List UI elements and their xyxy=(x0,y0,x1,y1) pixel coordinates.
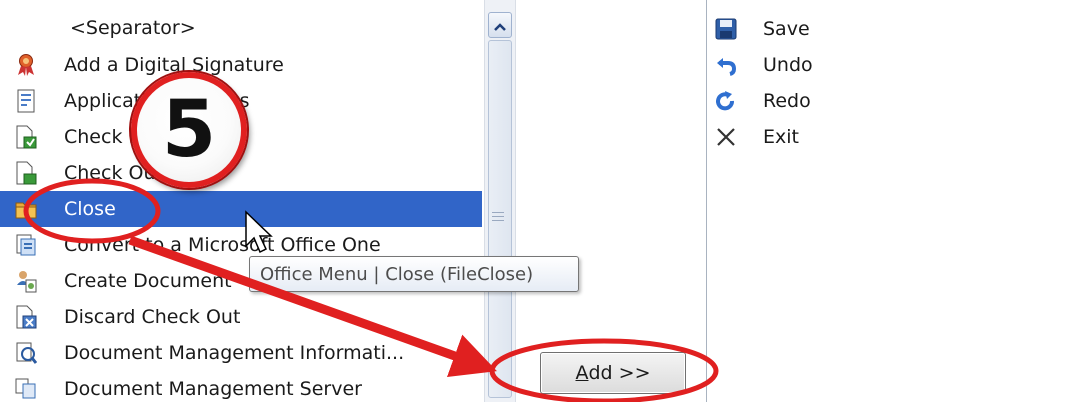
toolbar-item-undo[interactable]: Undo xyxy=(707,47,813,83)
toolbar-item-exit[interactable]: Exit xyxy=(707,119,799,155)
toolbar-item-redo[interactable]: Redo xyxy=(707,83,811,119)
available-commands-list[interactable]: <Separator> Add a Digital Signature Appl… xyxy=(0,0,484,402)
list-item-discard-check-out[interactable]: Discard Check Out xyxy=(0,299,482,335)
scroll-up-button[interactable] xyxy=(488,12,512,38)
list-item-label: Add a Digital Signature xyxy=(64,54,284,76)
command-list-scrollbar[interactable] xyxy=(484,0,516,402)
add-button[interactable]: Add >> xyxy=(540,352,686,394)
toolbar-item-label: Redo xyxy=(763,90,811,112)
document-management-server-icon xyxy=(14,377,38,401)
chevron-up-icon xyxy=(494,16,506,35)
ribbon-award-icon xyxy=(14,53,38,77)
step-number-badge: 5 xyxy=(131,72,247,188)
list-item-label: Discard Check Out xyxy=(64,306,241,328)
folder-close-icon xyxy=(14,197,38,221)
list-item-label: Close xyxy=(64,198,116,220)
options-document-icon xyxy=(14,89,38,113)
toolbar-item-label: Exit xyxy=(763,126,799,148)
quick-access-toolbar-list[interactable]: Save Undo Redo Exit xyxy=(706,0,1091,402)
add-button-label: dd >> xyxy=(588,362,651,384)
list-item-label: Convert to a Microsoft Office One xyxy=(64,234,381,256)
discard-check-out-icon xyxy=(14,305,38,329)
command-tooltip: Office Menu | Close (FileClose) xyxy=(249,256,579,292)
list-item-document-management-information[interactable]: Document Management Informati... xyxy=(0,335,482,371)
toolbar-item-label: Undo xyxy=(763,54,813,76)
add-button-accelerator: A xyxy=(575,362,589,384)
list-item-close[interactable]: Close xyxy=(0,191,482,227)
convert-icon xyxy=(14,233,38,257)
close-x-icon xyxy=(713,124,739,150)
create-document-icon xyxy=(14,269,38,293)
step-number: 5 xyxy=(161,85,217,175)
document-management-info-icon xyxy=(14,341,38,365)
scroll-grip-line xyxy=(492,212,504,213)
save-icon xyxy=(713,16,739,42)
list-item-document-management-server[interactable]: Document Management Server xyxy=(0,371,482,402)
list-item-check-out[interactable]: Check Out xyxy=(0,155,482,191)
list-item-label: Document Management Server xyxy=(64,378,362,400)
list-item-label: Document Management Informati... xyxy=(64,342,405,364)
list-item-label: <Separator> xyxy=(70,17,196,39)
scroll-grip-line xyxy=(492,216,504,217)
toolbar-item-save[interactable]: Save xyxy=(707,11,810,47)
redo-icon xyxy=(713,88,739,114)
list-item-label: Create Document xyxy=(64,270,232,292)
list-item-add-digital-signature[interactable]: Add a Digital Signature xyxy=(0,47,482,83)
list-item-separator[interactable]: <Separator> xyxy=(0,10,482,46)
check-out-icon xyxy=(14,161,38,185)
tooltip-text: Office Menu | Close (FileClose) xyxy=(260,263,534,285)
scroll-thumb[interactable] xyxy=(488,40,512,398)
check-in-icon xyxy=(14,125,38,149)
toolbar-item-label: Save xyxy=(763,18,810,40)
undo-icon xyxy=(713,52,739,78)
scroll-grip-line xyxy=(492,220,504,221)
